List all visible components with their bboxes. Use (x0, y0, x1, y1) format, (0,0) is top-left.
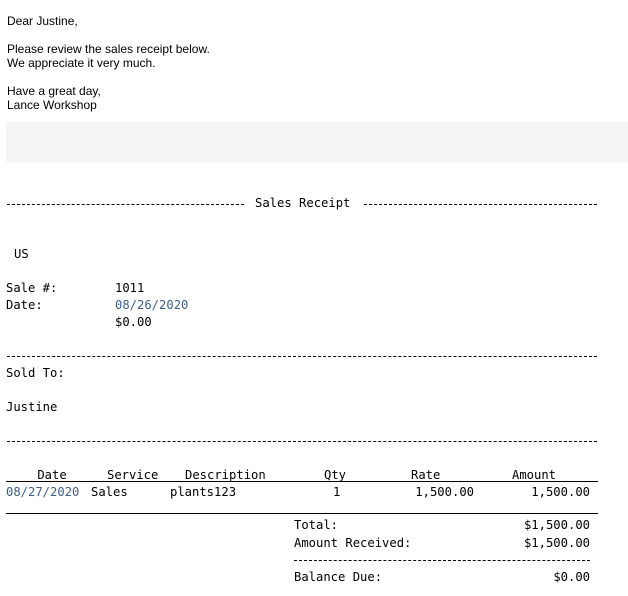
amount-received-value: $1,500.00 (523, 536, 590, 550)
item-amount: 1,500.00 (531, 485, 590, 499)
divider (7, 441, 597, 442)
header-band (6, 122, 628, 162)
divider (7, 204, 244, 205)
intro-line: We appreciate it very much. (7, 56, 156, 70)
balance-due-label: Balance Due: (294, 570, 383, 584)
divider (7, 356, 597, 357)
sale-number-label: Sale #: (6, 281, 58, 295)
total-label: Total: (294, 518, 339, 532)
item-date[interactable]: 08/27/2020 (6, 484, 79, 501)
greeting: Dear Justine, (7, 14, 78, 28)
amount-received-label: Amount Received: (294, 536, 412, 550)
item-service: Sales (91, 485, 128, 499)
balance-due-value: $0.00 (553, 570, 590, 584)
header-underline (6, 481, 598, 482)
item-rate: 1,500.00 (415, 485, 474, 499)
date-label: Date: (6, 298, 43, 312)
divider (364, 204, 597, 205)
signoff-line: Have a great day, (7, 84, 101, 98)
total-value: $1,500.00 (523, 518, 590, 532)
item-qty: 1 (333, 485, 341, 499)
sale-amount: $0.00 (115, 315, 152, 329)
sender-name: Lance Workshop (7, 98, 97, 112)
totals-divider (294, 560, 590, 561)
sold-to-label: Sold To: (6, 366, 65, 380)
company-location: US (14, 247, 29, 261)
intro-line: Please review the sales receipt below. (7, 42, 210, 56)
receipt-title: Sales Receipt (255, 196, 351, 210)
sale-number: 1011 (115, 281, 145, 295)
table-bottom-rule (6, 513, 598, 514)
customer-name: Justine (6, 400, 58, 414)
item-description: plants123 (170, 485, 237, 499)
sale-date[interactable]: 08/26/2020 (115, 297, 188, 314)
